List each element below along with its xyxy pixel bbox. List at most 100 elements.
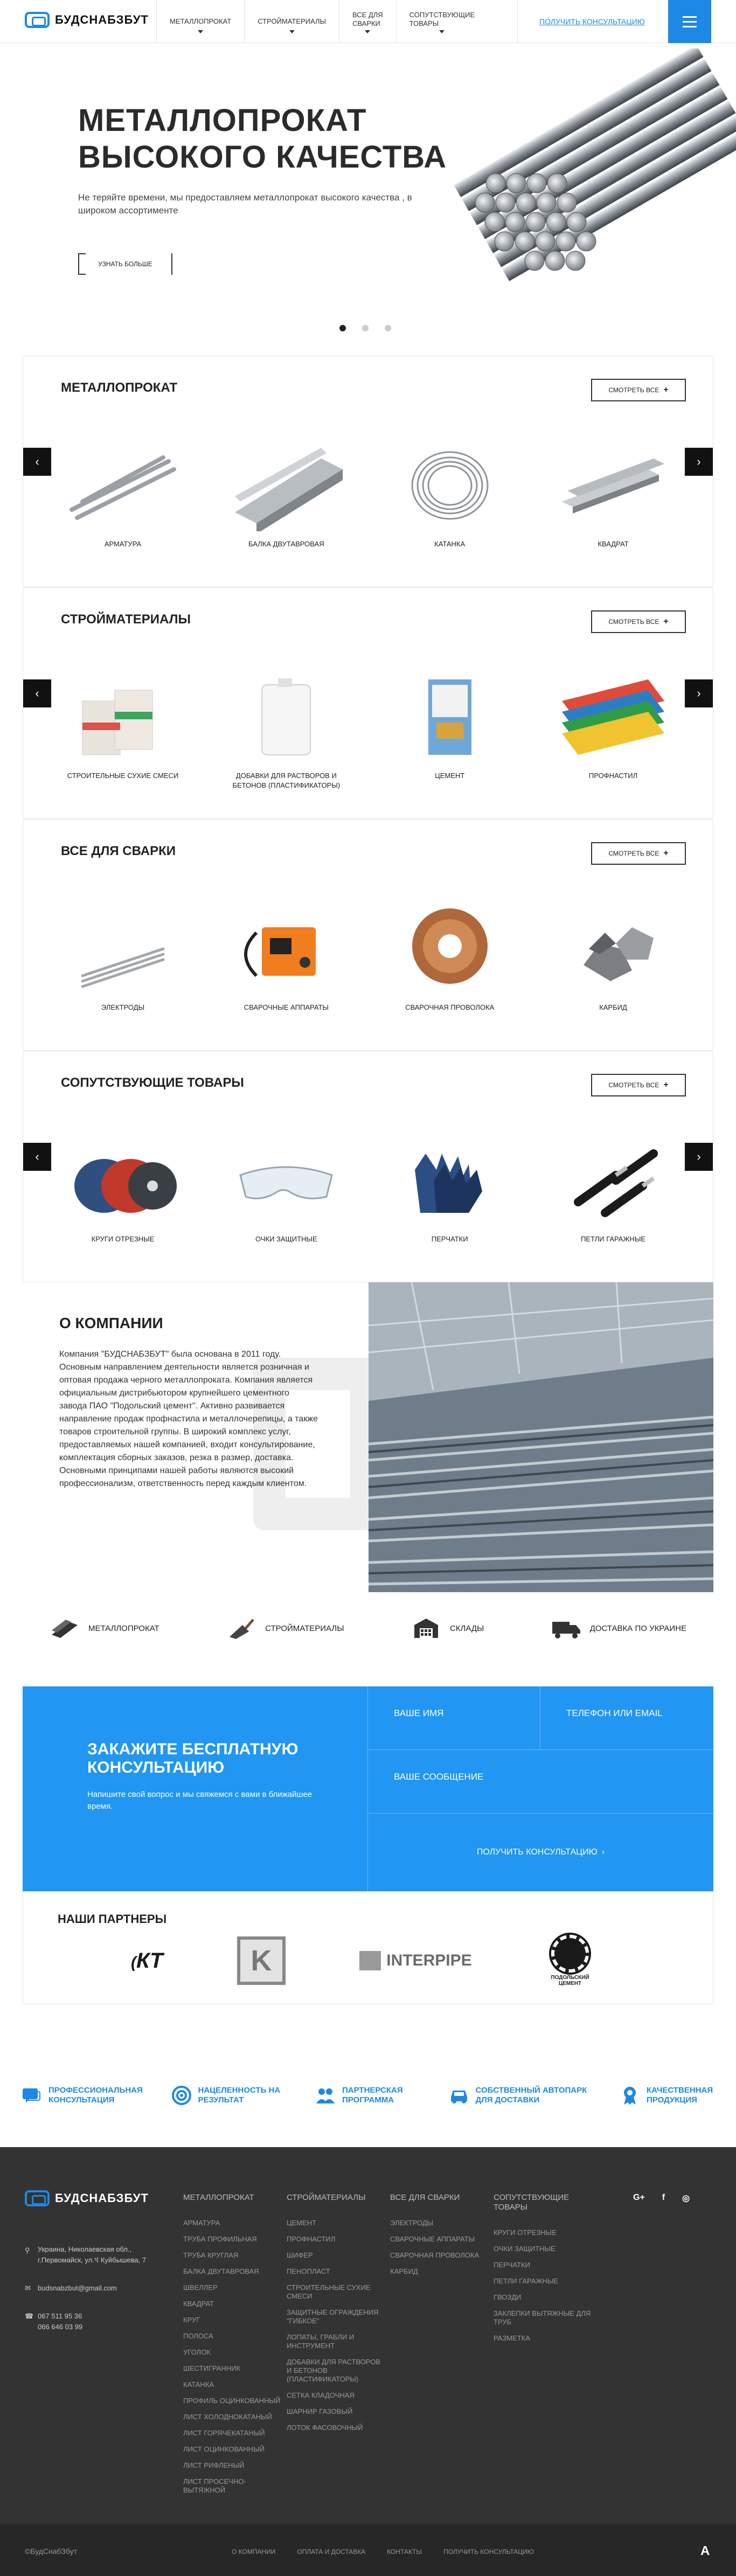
footer-column-title[interactable]: ВСЕ ДЛЯ СВАРКИ	[390, 2193, 490, 2203]
footer-link[interactable]: ШЕСТИГРАННИК	[183, 2364, 283, 2373]
next-arrow-button[interactable]: ›	[685, 448, 713, 476]
google-plus-icon[interactable]: G+	[633, 2193, 645, 2204]
learn-more-button[interactable]: УЗНАТЬ БОЛЬШЕ	[78, 253, 172, 275]
footer-link[interactable]: ОЧКИ ЗАЩИТНЫЕ	[494, 2245, 593, 2253]
footer-link[interactable]: КРУГ	[183, 2316, 283, 2324]
see-all-button[interactable]: СМОТРЕТЬ ВСЕ +	[591, 1074, 686, 1096]
footer-link[interactable]: ТРУБА ПРОФИЛЬНАЯ	[183, 2235, 283, 2244]
prev-arrow-button[interactable]: ‹	[23, 1143, 51, 1171]
product-card[interactable]: ПЕРЧАТКИ	[388, 1132, 512, 1244]
product-card[interactable]: КАТАНКА	[388, 437, 512, 549]
contact-field[interactable]: ТЕЛЕФОН ИЛИ EMAIL	[540, 1686, 713, 1750]
phone-number[interactable]: 067 511 95 36	[38, 2311, 82, 2322]
footer-link[interactable]: ЛИСТ ПРОСЕЧНО-ВЫТЯЖНОЙ	[183, 2477, 283, 2495]
product-card[interactable]: СВАРОЧНЫЕ АППАРАТЫ	[224, 900, 348, 1012]
bottom-link-about[interactable]: О КОМПАНИИ	[232, 2548, 275, 2556]
footer-column-title[interactable]: СТРОЙМАТЕРИАЛЫ	[287, 2193, 386, 2203]
footer-link[interactable]: СТРОИТЕЛЬНЫЕ СУХИЕ СМЕСИ	[287, 2283, 386, 2301]
consult-link[interactable]: ПОЛУЧИТЬ КОНСУЛЬТАЦИЮ	[517, 0, 666, 43]
footer-link[interactable]: ЛОТОК ФАСОВОЧНЫЙ	[287, 2424, 386, 2432]
footer-link[interactable]: РАЗМЕТКА	[494, 2334, 593, 2343]
partner-logo-k[interactable]: K	[237, 1936, 286, 1985]
product-card[interactable]: КАРБИД	[551, 900, 675, 1012]
footer-link[interactable]: ЛОПАТЫ, ГРАБЛИ И ИНСТРУМЕНТ	[287, 2333, 386, 2350]
prev-arrow-button[interactable]: ‹	[23, 679, 51, 707]
font-size-toggle[interactable]: A	[700, 2544, 710, 2559]
footer-link[interactable]: КРУГИ ОТРЕЗНЫЕ	[494, 2228, 593, 2237]
bottom-link-contacts[interactable]: КОНТАКТЫ	[387, 2548, 422, 2556]
message-field[interactable]: ВАШЕ СООБЩЕНИЕ	[367, 1750, 713, 1814]
product-card[interactable]: КВАДРАТ	[551, 437, 675, 549]
footer-link[interactable]: ПЕТЛИ ГАРАЖНЫЕ	[494, 2277, 593, 2286]
product-card[interactable]: ПЕТЛИ ГАРАЖНЫЕ	[551, 1132, 675, 1244]
footer-link[interactable]: ЗАКЛЕПКИ ВЫТЯЖНЫЕ ДЛЯ ТРУБ	[494, 2309, 593, 2327]
footer-link[interactable]: БАЛКА ДВУТАВРОВАЯ	[183, 2267, 283, 2276]
phone-number[interactable]: 066 646 03 99	[38, 2322, 82, 2332]
footer-email[interactable]: ✉ budsnabzbut@gmail.com	[25, 2283, 117, 2294]
footer-link[interactable]: СВАРОЧНАЯ ПРОВОЛОКА	[390, 2251, 490, 2260]
next-arrow-button[interactable]: ›	[685, 1143, 713, 1171]
footer-link[interactable]: СЕТКА КЛАДОЧНАЯ	[287, 2391, 386, 2400]
product-card[interactable]: ЦЕМЕНТ	[388, 669, 512, 790]
footer-link[interactable]: ЛИСТ ОЦИНКОВАННЫЙ	[183, 2445, 283, 2454]
footer-link[interactable]: ДОБАВКИ ДЛЯ РАСТВОРОВ И БЕТОНОВ (ПЛАСТИФ…	[287, 2358, 386, 2384]
nav-item-stroymaterialy[interactable]: СТРОЙМАТЕРИАЛЫ	[244, 0, 339, 43]
footer-link[interactable]: ПОЛОСА	[183, 2332, 283, 2341]
footer-link[interactable]: ПРОФНАСТИЛ	[287, 2235, 386, 2244]
footer-link[interactable]: КАРБИД	[390, 2267, 490, 2276]
product-card[interactable]: КРУГИ ОТРЕЗНЫЕ	[61, 1132, 185, 1244]
bottom-link-payment[interactable]: ОПЛАТА И ДОСТАВКА	[297, 2548, 365, 2556]
footer-link[interactable]: СВАРОЧНЫЕ АППАРАТЫ	[390, 2235, 490, 2244]
product-card[interactable]: БАЛКА ДВУТАВРОВАЯ	[224, 437, 348, 549]
footer-link[interactable]: АРМАТУРА	[183, 2219, 283, 2227]
footer-link[interactable]: ШИФЕР	[287, 2251, 386, 2260]
product-card[interactable]: СТРОИТЕЛЬНЫЕ СУХИЕ СМЕСИ	[61, 669, 185, 790]
footer-link[interactable]: ШАРНИР ГАЗОВЫЙ	[287, 2407, 386, 2416]
see-all-button[interactable]: СМОТРЕТЬ ВСЕ +	[591, 842, 686, 865]
nav-item-metalloprokat[interactable]: МЕТАЛЛОПРОКАТ	[156, 0, 244, 43]
product-card[interactable]: ЭЛЕКТРОДЫ	[61, 900, 185, 1012]
footer-link[interactable]: ПРОФИЛЬ ОЦИНКОВАННЫЙ	[183, 2397, 283, 2405]
product-card[interactable]: ОЧКИ ЗАЩИТНЫЕ	[224, 1132, 348, 1244]
footer-link[interactable]: КВАДРАТ	[183, 2300, 283, 2308]
product-card[interactable]: АРМАТУРА	[61, 437, 185, 549]
name-field[interactable]: ВАШЕ ИМЯ	[367, 1686, 540, 1750]
footer-link[interactable]: ЛИСТ ГОРЯЧЕКАТАНЫЙ	[183, 2429, 283, 2438]
next-arrow-button[interactable]: ›	[685, 679, 713, 707]
nav-item-svarka[interactable]: ВСЕ ДЛЯ СВАРКИ	[339, 0, 396, 43]
footer-link[interactable]: ЦЕМЕНТ	[287, 2219, 386, 2227]
product-card[interactable]: СВАРОЧНАЯ ПРОВОЛОКА	[388, 900, 512, 1012]
partner-logo-interpipe[interactable]: INTERPIPE	[359, 1951, 472, 1970]
see-all-button[interactable]: СМОТРЕТЬ ВСЕ +	[591, 610, 686, 633]
product-card[interactable]: ДОБАВКИ ДЛЯ РАСТВОРОВ И БЕТОНОВ (ПЛАСТИФ…	[224, 669, 348, 790]
slider-dot[interactable]	[339, 325, 346, 331]
slider-dot[interactable]	[362, 325, 369, 331]
prev-arrow-button[interactable]: ‹	[23, 448, 51, 476]
footer-link[interactable]: ЛИСТ ХОЛОДНОКАТАНЫЙ	[183, 2413, 283, 2421]
nav-item-soputstvuyushchie[interactable]: СОПУТСТВУЮЩИЕ ТОВАРЫ	[395, 0, 488, 43]
footer-link[interactable]: ПЕРЧАТКИ	[494, 2261, 593, 2269]
footer-link[interactable]: УГОЛОК	[183, 2348, 283, 2357]
instagram-icon[interactable]: ◎	[682, 2193, 690, 2204]
footer-link[interactable]: ЭЛЕКТРОДЫ	[390, 2219, 490, 2227]
footer-link[interactable]: ШВЕЛЛЕР	[183, 2283, 283, 2292]
footer-link[interactable]: ПЕНОПЛАСТ	[287, 2267, 386, 2276]
facebook-icon[interactable]: f	[662, 2193, 665, 2204]
partner-logo-kt[interactable]: (КТ	[131, 1949, 163, 1973]
slider-dot[interactable]	[385, 325, 391, 331]
partner-logo-podolsk-cement[interactable]: ПОДОЛЬСКИЙ ЦЕМЕНТ	[546, 1933, 594, 1987]
footer-link[interactable]: ЗАЩИТНЫЕ ОГРАЖДЕНИЯ "ГИБКОЕ"	[287, 2308, 386, 2325]
submit-button[interactable]: ПОЛУЧИТЬ КОНСУЛЬТАЦИЮ ›	[367, 1814, 713, 1891]
footer-logo[interactable]: БУДСНАБЗБУТ	[25, 2190, 149, 2206]
footer-column-title[interactable]: МЕТАЛЛОПРОКАТ	[183, 2193, 283, 2203]
footer-link[interactable]: ГВОЗДИ	[494, 2293, 593, 2302]
logo[interactable]: БУДСНАБЗБУТ	[25, 12, 149, 28]
footer-column-title[interactable]: СОПУТСТВУЮЩИЕ ТОВАРЫ	[494, 2193, 593, 2212]
footer-link[interactable]: ЛИСТ РИФЛЕНЫЙ	[183, 2461, 283, 2470]
bottom-link-consult[interactable]: ПОЛУЧИТЬ КОНСУЛЬТАЦИЮ	[443, 2548, 534, 2556]
product-card[interactable]: ПРОФНАСТИЛ	[551, 669, 675, 790]
footer-link[interactable]: ТРУБА КРУГЛАЯ	[183, 2251, 283, 2260]
menu-button[interactable]	[668, 0, 711, 43]
footer-link[interactable]: КАТАНКА	[183, 2380, 283, 2389]
see-all-button[interactable]: СМОТРЕТЬ ВСЕ +	[591, 379, 686, 401]
